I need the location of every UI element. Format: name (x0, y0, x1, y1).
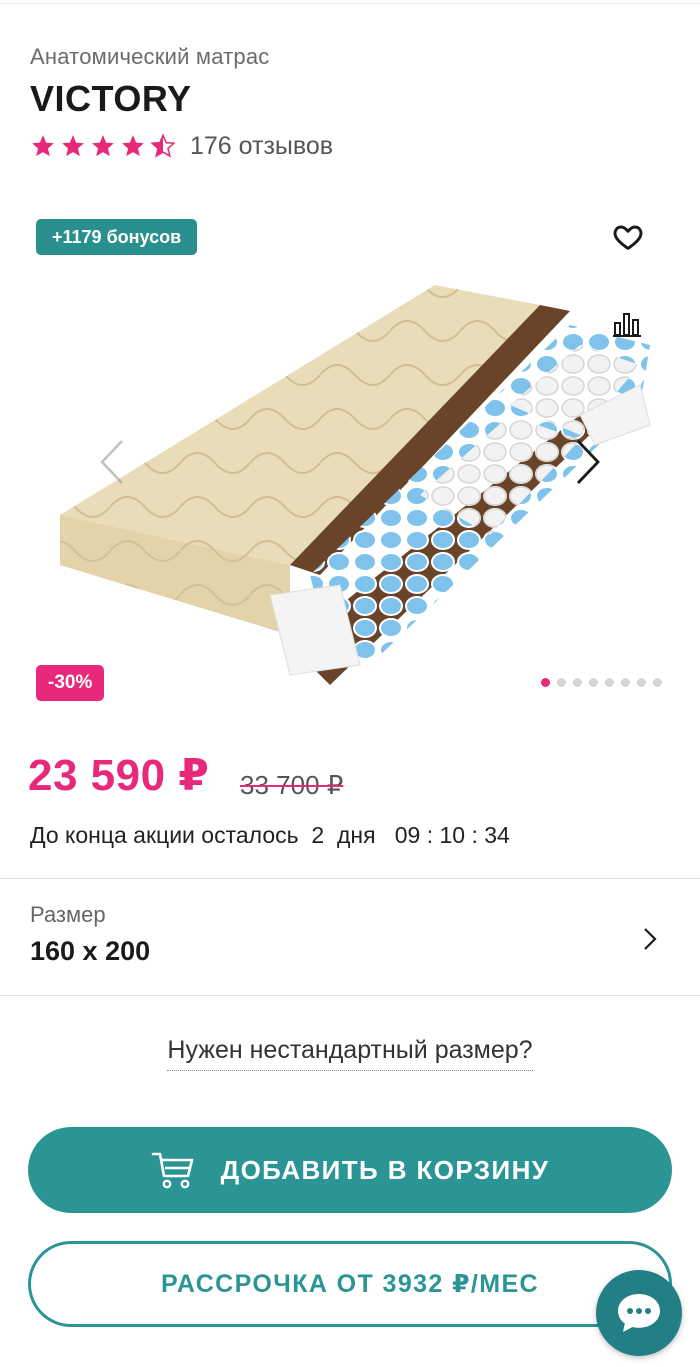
cart-icon (151, 1152, 193, 1189)
heart-icon[interactable] (612, 221, 644, 253)
star-icon (62, 135, 84, 157)
compare-icon[interactable] (612, 309, 642, 339)
slide-dot[interactable] (573, 678, 582, 687)
slide-dot[interactable] (605, 678, 614, 687)
slide-dot[interactable] (621, 678, 630, 687)
product-title: VICTORY (30, 78, 192, 119)
custom-size-section: Нужен нестандартный размер? (0, 1036, 700, 1071)
installment-button[interactable]: РАССРОЧКА ОТ 3932 ₽/МЕС (28, 1241, 672, 1327)
star-icon (32, 135, 54, 157)
slide-dot[interactable] (589, 678, 598, 687)
reviews-link[interactable]: 176 отзывов (190, 132, 333, 161)
slide-dot[interactable] (557, 678, 566, 687)
slide-indicator[interactable] (541, 678, 662, 687)
add-to-cart-label: ДОБАВИТЬ В КОРЗИНУ (220, 1154, 550, 1185)
chevron-right-icon[interactable] (572, 437, 604, 487)
product-gallery[interactable]: +1179 бонусов -30% (0, 205, 700, 715)
star-icon (122, 135, 144, 157)
chat-icon (618, 1294, 660, 1332)
star-icon (92, 135, 114, 157)
chevron-left-icon[interactable] (96, 437, 128, 487)
bonus-badge: +1179 бонусов (36, 219, 198, 255)
promo-timer: До конца акции осталось 2 дня 09 : 10 : … (30, 822, 510, 849)
timer-days-word: дня (336, 822, 376, 848)
installment-label: РАССРОЧКА ОТ 3932 ₽/МЕС (161, 1270, 539, 1298)
timer-prefix: До конца акции осталось (30, 822, 299, 848)
timer-days: 2 (311, 822, 325, 848)
timer-clock: 09 : 10 : 34 (394, 822, 510, 848)
chat-button[interactable] (596, 1270, 682, 1356)
size-value: 160 x 200 (30, 936, 151, 966)
product-category: Анатомический матрас (30, 44, 270, 69)
rating-row[interactable]: 176 отзывов (30, 128, 333, 164)
current-price: 23 590 ₽ (28, 751, 210, 800)
size-selector[interactable]: Размер 160 x 200 (0, 880, 700, 995)
custom-size-link[interactable]: Нужен нестандартный размер? (167, 1036, 533, 1071)
rating-stars (30, 133, 176, 159)
star-half-icon (150, 133, 176, 158)
slide-dot[interactable] (637, 678, 646, 687)
chevron-right-icon (644, 928, 657, 950)
old-price: 33 700 ₽ (240, 770, 344, 800)
slide-dot[interactable] (653, 678, 662, 687)
divider (0, 878, 700, 879)
divider (0, 995, 700, 996)
top-divider (0, 0, 700, 4)
slide-dot-active[interactable] (541, 678, 550, 687)
discount-badge: -30% (36, 665, 105, 701)
add-to-cart-button[interactable]: ДОБАВИТЬ В КОРЗИНУ (28, 1127, 672, 1213)
size-label: Размер (30, 902, 106, 927)
